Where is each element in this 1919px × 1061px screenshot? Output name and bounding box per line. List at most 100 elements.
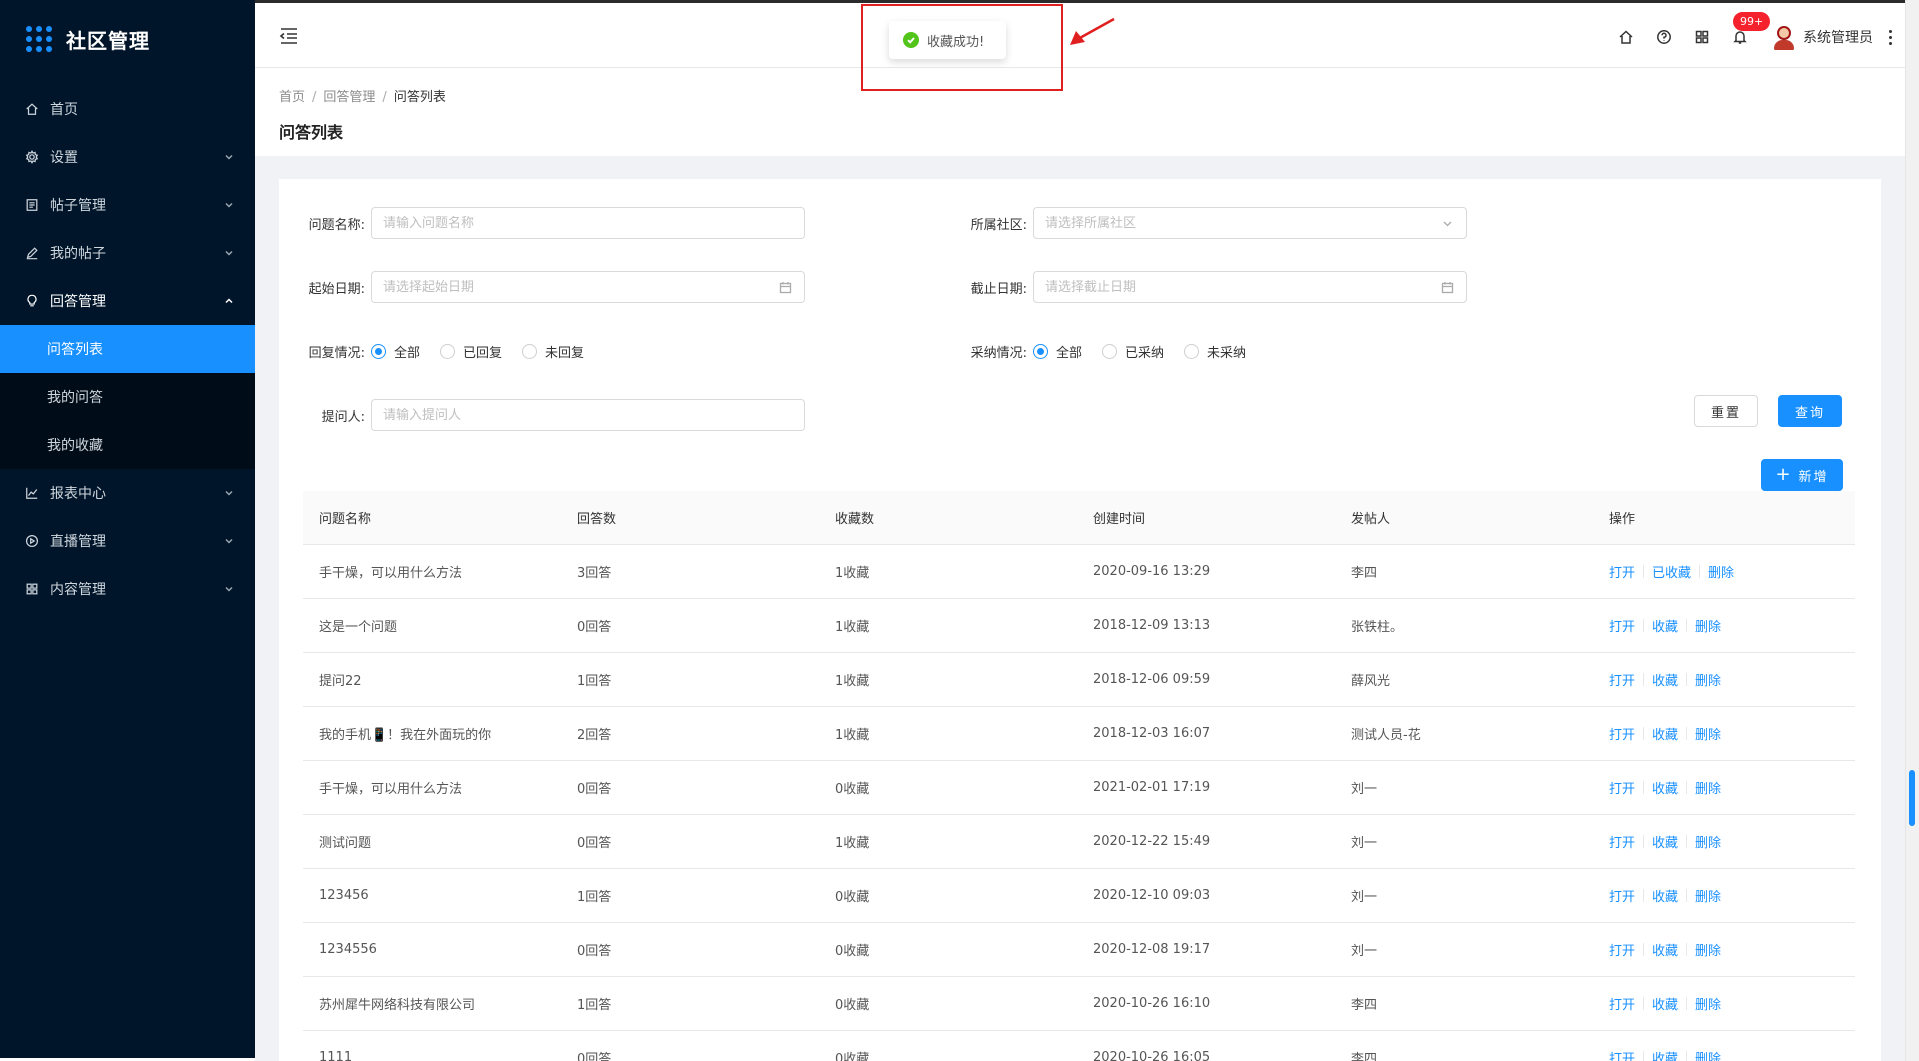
- more-vertical-icon[interactable]: [1889, 29, 1895, 45]
- open-link[interactable]: 打开: [1609, 940, 1635, 959]
- adopt-radio-adopted[interactable]: 已采纳: [1102, 342, 1164, 361]
- delete-link[interactable]: 删除: [1695, 670, 1721, 689]
- table-cell-created: 2018-12-06 09:59: [1093, 672, 1211, 687]
- delete-link[interactable]: 删除: [1695, 832, 1721, 851]
- favorite-link[interactable]: 收藏: [1652, 616, 1678, 635]
- table-cell-favorites: 1收藏: [835, 566, 870, 581]
- delete-link[interactable]: 删除: [1695, 940, 1721, 959]
- table-cell-author: 张铁柱。: [1351, 620, 1404, 635]
- delete-link[interactable]: 删除: [1695, 886, 1721, 905]
- delete-link[interactable]: 删除: [1695, 778, 1721, 797]
- start-date-picker[interactable]: [371, 271, 805, 303]
- favorite-link[interactable]: 收藏: [1652, 670, 1678, 689]
- bulb-icon: [24, 293, 40, 309]
- delete-link[interactable]: 删除: [1695, 1048, 1721, 1061]
- breadcrumb-item[interactable]: 回答管理: [323, 90, 375, 105]
- table-cell-answers: 0回答: [577, 782, 612, 797]
- table-cell-actions: 打开 收藏 删除: [1593, 616, 1855, 635]
- sidebar-item-answers[interactable]: 回答管理: [0, 277, 255, 325]
- divider: [1643, 889, 1645, 902]
- query-button[interactable]: 查询: [1778, 395, 1842, 427]
- filter-start-date: 起始日期:: [279, 270, 805, 304]
- open-link[interactable]: 打开: [1609, 670, 1635, 689]
- favorite-link[interactable]: 收藏: [1652, 940, 1678, 959]
- table-cell-actions: 打开 收藏 删除: [1593, 724, 1855, 743]
- sidebar-item-reports[interactable]: 报表中心: [0, 469, 255, 517]
- chevron-down-icon: [223, 199, 235, 211]
- reply-radio-all[interactable]: 全部: [371, 342, 420, 361]
- open-link[interactable]: 打开: [1609, 994, 1635, 1013]
- table-cell-favorites: 1收藏: [835, 674, 870, 689]
- sidebar-item-posts[interactable]: 帖子管理: [0, 181, 255, 229]
- end-date-picker[interactable]: [1033, 271, 1467, 303]
- table-cell-answers: 0回答: [577, 1052, 612, 1061]
- open-link[interactable]: 打开: [1609, 886, 1635, 905]
- sidebar-item-my-qa[interactable]: 我的问答: [0, 373, 255, 421]
- page-scrollbar[interactable]: [1905, 0, 1919, 1061]
- question-name-input[interactable]: [371, 207, 805, 239]
- form-label: 所属社区:: [970, 217, 1027, 233]
- open-link[interactable]: 打开: [1609, 832, 1635, 851]
- add-button[interactable]: + 新增: [1761, 459, 1843, 491]
- table-cell-actions: 打开 收藏 删除: [1593, 670, 1855, 689]
- delete-link[interactable]: 删除: [1695, 616, 1721, 635]
- delete-link[interactable]: 删除: [1695, 724, 1721, 743]
- asker-input[interactable]: [371, 399, 805, 431]
- sidebar-item-settings[interactable]: 设置: [0, 133, 255, 181]
- table-cell-favorites: 1收藏: [835, 836, 870, 851]
- open-link[interactable]: 打开: [1609, 724, 1635, 743]
- table-cell-favorites: 1收藏: [835, 728, 870, 743]
- sidebar-item-content[interactable]: 内容管理: [0, 565, 255, 613]
- favorite-link[interactable]: 收藏: [1652, 778, 1678, 797]
- reset-button[interactable]: 重置: [1694, 395, 1758, 427]
- favorite-link[interactable]: 已收藏: [1652, 562, 1691, 581]
- home-icon[interactable]: [1615, 26, 1637, 48]
- appstore-icon[interactable]: [1691, 26, 1713, 48]
- table-cell-author: 刘一: [1351, 836, 1378, 851]
- calendar-icon: [779, 281, 792, 294]
- chevron-up-icon: [223, 295, 235, 307]
- menu-fold-icon[interactable]: [279, 27, 299, 45]
- reply-radio-unreplied[interactable]: 未回复: [522, 342, 584, 361]
- open-link[interactable]: 打开: [1609, 562, 1635, 581]
- table-cell-actions: 打开 收藏 删除: [1593, 1048, 1855, 1061]
- favorite-link[interactable]: 收藏: [1652, 832, 1678, 851]
- form-label: 回复情况:: [308, 345, 365, 361]
- chevron-down-icon: [223, 535, 235, 547]
- table-cell-actions: 打开 已收藏 删除: [1593, 562, 1855, 581]
- sidebar-item-live[interactable]: 直播管理: [0, 517, 255, 565]
- table-cell-author: 刘一: [1351, 944, 1378, 959]
- community-select[interactable]: [1033, 207, 1467, 239]
- open-link[interactable]: 打开: [1609, 1048, 1635, 1061]
- divider: [1643, 835, 1645, 848]
- sidebar-item-label: 帖子管理: [50, 198, 106, 214]
- column-header: 问题名称: [319, 512, 372, 527]
- adopt-radio-unadopted[interactable]: 未采纳: [1184, 342, 1246, 361]
- table-body: 手干燥，可以用什么方法 3回答 1收藏 2020-09-16 13:29 李四 打开 已收藏…: [303, 545, 1855, 1061]
- bell-icon[interactable]: 99+: [1729, 12, 1771, 48]
- table-cell-created: 2021-02-01 17:19: [1093, 780, 1211, 795]
- favorite-link[interactable]: 收藏: [1652, 724, 1678, 743]
- sidebar-item-qa-list[interactable]: 问答列表: [0, 325, 255, 373]
- favorite-link[interactable]: 收藏: [1652, 994, 1678, 1013]
- favorite-link[interactable]: 收藏: [1652, 1048, 1678, 1061]
- adopt-radio-all[interactable]: 全部: [1033, 342, 1082, 361]
- table-row: 测试问题 0回答 1收藏 2020-12-22 15:49 刘一 打开 收藏 删除: [303, 815, 1855, 869]
- scrollbar-thumb[interactable]: [1909, 770, 1915, 826]
- delete-link[interactable]: 删除: [1708, 562, 1734, 581]
- sidebar-item-my-favorites[interactable]: 我的收藏: [0, 421, 255, 469]
- favorite-link[interactable]: 收藏: [1652, 886, 1678, 905]
- table-header: 问题名称 回答数 收藏数 创建时间 发帖人 操作: [303, 491, 1855, 545]
- user-menu[interactable]: 系统管理员: [1773, 24, 1873, 50]
- open-link[interactable]: 打开: [1609, 778, 1635, 797]
- question-circle-icon[interactable]: [1653, 26, 1675, 48]
- delete-link[interactable]: 删除: [1695, 994, 1721, 1013]
- divider: [1643, 619, 1645, 632]
- sidebar-item-my-posts[interactable]: 我的帖子: [0, 229, 255, 277]
- open-link[interactable]: 打开: [1609, 616, 1635, 635]
- app-logo[interactable]: 社区管理: [0, 3, 255, 75]
- breadcrumb-item[interactable]: 首页: [279, 90, 305, 105]
- table-cell-author: 薛风光: [1351, 674, 1391, 689]
- sidebar-item-home[interactable]: 首页: [0, 85, 255, 133]
- reply-radio-replied[interactable]: 已回复: [440, 342, 502, 361]
